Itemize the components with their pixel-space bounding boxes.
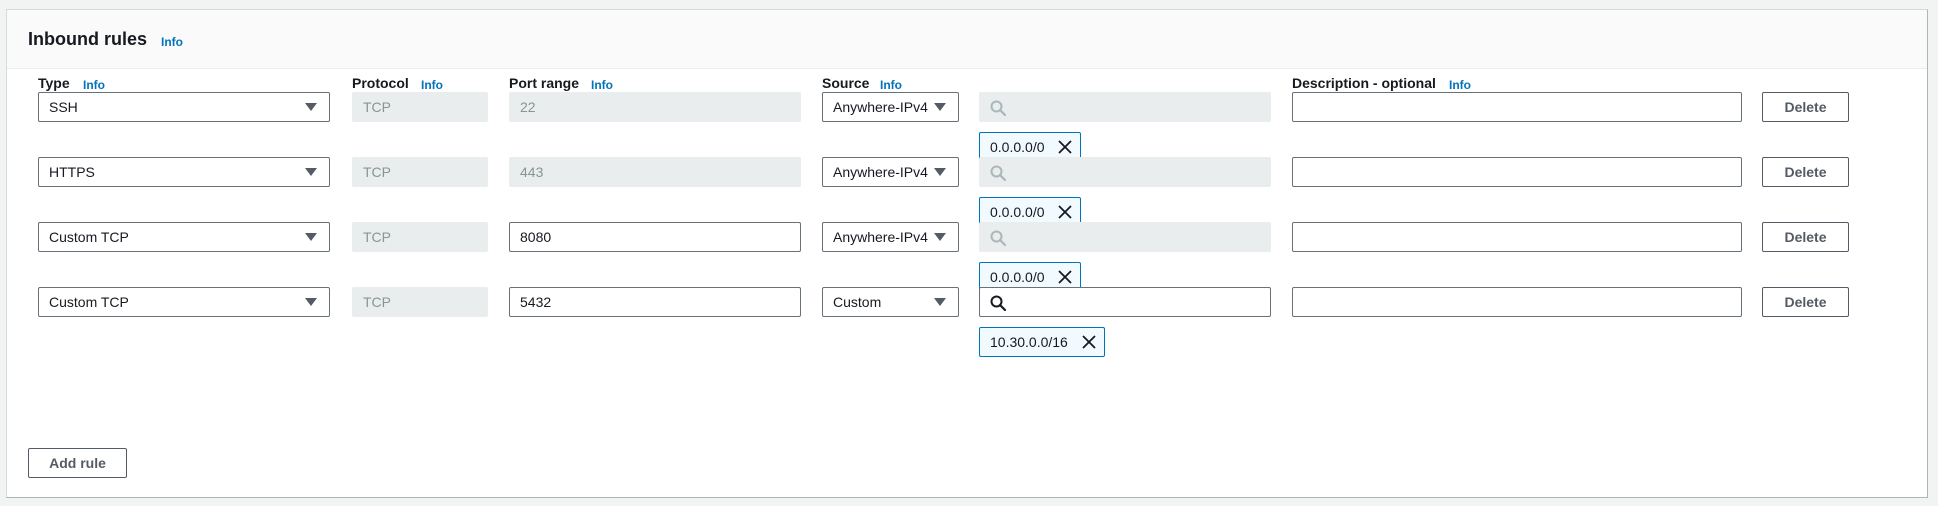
description-input[interactable]	[1292, 287, 1742, 317]
cidr-token-label: 0.0.0.0/0	[990, 269, 1045, 285]
cidr-token-label: 0.0.0.0/0	[990, 139, 1045, 155]
source-search-input[interactable]	[979, 287, 1271, 317]
description-input[interactable]	[1292, 157, 1742, 187]
port-range-value: 8080	[520, 229, 552, 245]
delete-button[interactable]: Delete	[1762, 287, 1849, 317]
source-info-link[interactable]: Info	[880, 78, 902, 92]
protocol-field: TCP	[352, 92, 488, 122]
protocol-field: TCP	[352, 222, 488, 252]
protocol-field: TCP	[352, 287, 488, 317]
chevron-down-icon	[305, 233, 317, 241]
column-header-port-range: Port range	[509, 75, 580, 91]
search-icon	[990, 165, 1006, 181]
type-select[interactable]: Custom TCP	[38, 287, 330, 317]
rule-row: SSH TCP 22 Anywhere-IPv4 Delete 0.0.0.0/…	[7, 92, 1927, 166]
port-range-value: 22	[520, 99, 536, 115]
close-icon[interactable]	[1058, 205, 1072, 219]
protocol-info-link[interactable]: Info	[421, 78, 443, 92]
source-search-input[interactable]	[979, 222, 1271, 252]
type-select[interactable]: Custom TCP	[38, 222, 330, 252]
search-icon	[990, 295, 1006, 311]
type-select-value: SSH	[49, 99, 78, 115]
chevron-down-icon	[934, 168, 946, 176]
chevron-down-icon	[305, 298, 317, 306]
source-select[interactable]: Anywhere-IPv4	[822, 157, 959, 187]
column-header-source: Source	[822, 75, 870, 91]
rule-row: Custom TCP TCP 5432 Custom Delete 10.30.…	[7, 287, 1927, 361]
type-select-value: HTTPS	[49, 164, 95, 180]
panel-info-link[interactable]: Info	[161, 35, 183, 49]
column-header-type: Type	[38, 75, 70, 91]
source-select[interactable]: Anywhere-IPv4	[822, 222, 959, 252]
description-input[interactable]	[1292, 222, 1742, 252]
protocol-value: TCP	[363, 294, 391, 310]
port-range-input[interactable]: 443	[509, 157, 801, 187]
delete-button-label: Delete	[1784, 99, 1827, 115]
cidr-token: 10.30.0.0/16	[979, 327, 1105, 357]
description-info-link[interactable]: Info	[1449, 78, 1471, 92]
source-search-input[interactable]	[979, 92, 1271, 122]
panel-title: Inbound rules	[28, 29, 147, 49]
protocol-value: TCP	[363, 229, 391, 245]
type-info-link[interactable]: Info	[83, 78, 105, 92]
protocol-value: TCP	[363, 99, 391, 115]
column-header-description: Description - optional	[1292, 75, 1436, 91]
port-range-input[interactable]: 5432	[509, 287, 801, 317]
close-icon[interactable]	[1082, 335, 1096, 349]
description-input[interactable]	[1292, 92, 1742, 122]
chevron-down-icon	[934, 233, 946, 241]
search-icon	[990, 100, 1006, 116]
column-header-protocol: Protocol	[352, 75, 409, 91]
close-icon[interactable]	[1058, 270, 1072, 284]
source-select-value: Anywhere-IPv4	[833, 164, 928, 180]
delete-button-label: Delete	[1784, 229, 1827, 245]
inbound-rules-panel: Inbound rules Info Type Info Protocol In…	[6, 9, 1928, 498]
source-select-value: Anywhere-IPv4	[833, 229, 928, 245]
delete-button[interactable]: Delete	[1762, 92, 1849, 122]
rule-row: Custom TCP TCP 8080 Anywhere-IPv4 Delete…	[7, 222, 1927, 296]
type-select-value: Custom TCP	[49, 229, 129, 245]
protocol-field: TCP	[352, 157, 488, 187]
source-select-value: Custom	[833, 294, 882, 310]
chevron-down-icon	[934, 103, 946, 111]
protocol-value: TCP	[363, 164, 391, 180]
chevron-down-icon	[934, 298, 946, 306]
port-range-value: 5432	[520, 294, 552, 310]
cidr-token-label: 10.30.0.0/16	[990, 334, 1068, 350]
port-range-info-link[interactable]: Info	[591, 78, 613, 92]
search-icon	[990, 230, 1006, 246]
source-select[interactable]: Custom	[822, 287, 959, 317]
port-range-value: 443	[520, 164, 544, 180]
delete-button-label: Delete	[1784, 164, 1827, 180]
delete-button[interactable]: Delete	[1762, 222, 1849, 252]
chevron-down-icon	[305, 103, 317, 111]
type-select[interactable]: HTTPS	[38, 157, 330, 187]
type-select-value: Custom TCP	[49, 294, 129, 310]
delete-button-label: Delete	[1784, 294, 1827, 310]
port-range-input[interactable]: 8080	[509, 222, 801, 252]
source-select-value: Anywhere-IPv4	[833, 99, 928, 115]
delete-button[interactable]: Delete	[1762, 157, 1849, 187]
type-select[interactable]: SSH	[38, 92, 330, 122]
panel-header: Inbound rules Info	[7, 10, 1927, 69]
close-icon[interactable]	[1058, 140, 1072, 154]
source-select[interactable]: Anywhere-IPv4	[822, 92, 959, 122]
add-rule-button[interactable]: Add rule	[28, 448, 127, 478]
chevron-down-icon	[305, 168, 317, 176]
source-search-input[interactable]	[979, 157, 1271, 187]
port-range-input[interactable]: 22	[509, 92, 801, 122]
cidr-token-label: 0.0.0.0/0	[990, 204, 1045, 220]
rule-row: HTTPS TCP 443 Anywhere-IPv4 Delete 0.0.0…	[7, 157, 1927, 231]
